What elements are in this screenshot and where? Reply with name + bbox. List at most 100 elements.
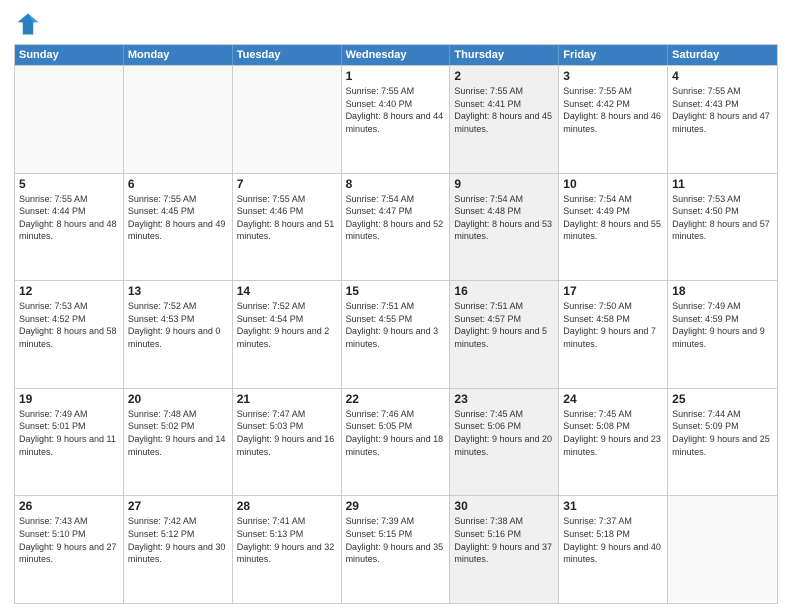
calendar: SundayMondayTuesdayWednesdayThursdayFrid… xyxy=(14,44,778,604)
day-info-12: Sunrise: 7:53 AM Sunset: 4:52 PM Dayligh… xyxy=(19,300,119,350)
day-number-23: 23 xyxy=(454,392,554,406)
day-info-25: Sunrise: 7:44 AM Sunset: 5:09 PM Dayligh… xyxy=(672,408,773,458)
day-number-24: 24 xyxy=(563,392,663,406)
day-24: 24 Sunrise: 7:45 AM Sunset: 5:08 PM Dayli… xyxy=(559,389,668,496)
calendar-row-0: 1 Sunrise: 7:55 AM Sunset: 4:40 PM Daylig… xyxy=(15,65,777,173)
empty-cell-0-2 xyxy=(233,66,342,173)
calendar-body: 1 Sunrise: 7:55 AM Sunset: 4:40 PM Daylig… xyxy=(15,65,777,603)
day-info-11: Sunrise: 7:53 AM Sunset: 4:50 PM Dayligh… xyxy=(672,193,773,243)
day-info-23: Sunrise: 7:45 AM Sunset: 5:06 PM Dayligh… xyxy=(454,408,554,458)
day-6: 6Sunrise: 7:55 AM Sunset: 4:45 PM Daylig… xyxy=(124,174,233,281)
empty-cell-4-6 xyxy=(668,496,777,603)
header-friday: Friday xyxy=(559,45,668,65)
day-number-11: 11 xyxy=(672,177,773,191)
header-thursday: Thursday xyxy=(450,45,559,65)
day-info-22: Sunrise: 7:46 AM Sunset: 5:05 PM Dayligh… xyxy=(346,408,446,458)
day-number-3: 3 xyxy=(563,69,663,83)
day-info-10: Sunrise: 7:54 AM Sunset: 4:49 PM Dayligh… xyxy=(563,193,663,243)
day-12: 12 Sunrise: 7:53 AM Sunset: 4:52 PM Dayli… xyxy=(15,281,124,388)
day-number-31: 31 xyxy=(563,499,663,513)
day-29: 29Sunrise: 7:39 AM Sunset: 5:15 PM Dayli… xyxy=(342,496,451,603)
day-number-6: 6 xyxy=(128,177,228,191)
header-wednesday: Wednesday xyxy=(342,45,451,65)
day-28: 28 Sunrise: 7:41 AM Sunset: 5:13 PM Dayli… xyxy=(233,496,342,603)
day-info-17: Sunrise: 7:50 AM Sunset: 4:58 PM Dayligh… xyxy=(563,300,663,350)
day-info-14: Sunrise: 7:52 AM Sunset: 4:54 PM Dayligh… xyxy=(237,300,337,350)
day-number-1: 1 xyxy=(346,69,446,83)
logo-icon xyxy=(14,10,42,38)
day-number-12: 12 xyxy=(19,284,119,298)
logo xyxy=(14,10,46,38)
header-monday: Monday xyxy=(124,45,233,65)
day-number-5: 5 xyxy=(19,177,119,191)
day-number-17: 17 xyxy=(563,284,663,298)
day-10: 10 Sunrise: 7:54 AM Sunset: 4:49 PM Dayli… xyxy=(559,174,668,281)
header xyxy=(14,10,778,38)
day-11: 11 Sunrise: 7:53 AM Sunset: 4:50 PM Dayli… xyxy=(668,174,777,281)
day-info-27: Sunrise: 7:42 AM Sunset: 5:12 PM Dayligh… xyxy=(128,515,228,565)
day-27: 27Sunrise: 7:42 AM Sunset: 5:12 PM Dayli… xyxy=(124,496,233,603)
day-number-4: 4 xyxy=(672,69,773,83)
day-number-19: 19 xyxy=(19,392,119,406)
day-info-28: Sunrise: 7:41 AM Sunset: 5:13 PM Dayligh… xyxy=(237,515,337,565)
day-number-25: 25 xyxy=(672,392,773,406)
day-info-30: Sunrise: 7:38 AM Sunset: 5:16 PM Dayligh… xyxy=(454,515,554,565)
day-number-13: 13 xyxy=(128,284,228,298)
day-info-31: Sunrise: 7:37 AM Sunset: 5:18 PM Dayligh… xyxy=(563,515,663,565)
day-info-21: Sunrise: 7:47 AM Sunset: 5:03 PM Dayligh… xyxy=(237,408,337,458)
day-number-8: 8 xyxy=(346,177,446,191)
day-18: 18Sunrise: 7:49 AM Sunset: 4:59 PM Dayli… xyxy=(668,281,777,388)
empty-cell-0-0 xyxy=(15,66,124,173)
day-info-24: Sunrise: 7:45 AM Sunset: 5:08 PM Dayligh… xyxy=(563,408,663,458)
day-14: 14 Sunrise: 7:52 AM Sunset: 4:54 PM Dayli… xyxy=(233,281,342,388)
day-13: 13 Sunrise: 7:52 AM Sunset: 4:53 PM Dayli… xyxy=(124,281,233,388)
calendar-row-1: 5 Sunrise: 7:55 AM Sunset: 4:44 PM Daylig… xyxy=(15,173,777,281)
empty-cell-0-1 xyxy=(124,66,233,173)
day-number-15: 15 xyxy=(346,284,446,298)
day-30: 30 Sunrise: 7:38 AM Sunset: 5:16 PM Dayli… xyxy=(450,496,559,603)
day-16: 16 Sunrise: 7:51 AM Sunset: 4:57 PM Dayli… xyxy=(450,281,559,388)
day-number-7: 7 xyxy=(237,177,337,191)
day-info-26: Sunrise: 7:43 AM Sunset: 5:10 PM Dayligh… xyxy=(19,515,119,565)
day-number-26: 26 xyxy=(19,499,119,513)
day-21: 21Sunrise: 7:47 AM Sunset: 5:03 PM Dayli… xyxy=(233,389,342,496)
day-8: 8 Sunrise: 7:54 AM Sunset: 4:47 PM Daylig… xyxy=(342,174,451,281)
day-number-30: 30 xyxy=(454,499,554,513)
day-info-3: Sunrise: 7:55 AM Sunset: 4:42 PM Dayligh… xyxy=(563,85,663,135)
day-number-14: 14 xyxy=(237,284,337,298)
day-1: 1 Sunrise: 7:55 AM Sunset: 4:40 PM Daylig… xyxy=(342,66,451,173)
day-23: 23 Sunrise: 7:45 AM Sunset: 5:06 PM Dayli… xyxy=(450,389,559,496)
day-26: 26 Sunrise: 7:43 AM Sunset: 5:10 PM Dayli… xyxy=(15,496,124,603)
day-4: 4 Sunrise: 7:55 AM Sunset: 4:43 PM Daylig… xyxy=(668,66,777,173)
day-info-8: Sunrise: 7:54 AM Sunset: 4:47 PM Dayligh… xyxy=(346,193,446,243)
day-19: 19 Sunrise: 7:49 AM Sunset: 5:01 PM Dayli… xyxy=(15,389,124,496)
calendar-row-3: 19 Sunrise: 7:49 AM Sunset: 5:01 PM Dayli… xyxy=(15,388,777,496)
day-info-16: Sunrise: 7:51 AM Sunset: 4:57 PM Dayligh… xyxy=(454,300,554,350)
day-info-15: Sunrise: 7:51 AM Sunset: 4:55 PM Dayligh… xyxy=(346,300,446,350)
day-number-16: 16 xyxy=(454,284,554,298)
day-17: 17 Sunrise: 7:50 AM Sunset: 4:58 PM Dayli… xyxy=(559,281,668,388)
day-3: 3 Sunrise: 7:55 AM Sunset: 4:42 PM Daylig… xyxy=(559,66,668,173)
day-info-13: Sunrise: 7:52 AM Sunset: 4:53 PM Dayligh… xyxy=(128,300,228,350)
day-number-28: 28 xyxy=(237,499,337,513)
day-info-1: Sunrise: 7:55 AM Sunset: 4:40 PM Dayligh… xyxy=(346,85,446,135)
day-number-10: 10 xyxy=(563,177,663,191)
page: SundayMondayTuesdayWednesdayThursdayFrid… xyxy=(0,0,792,612)
day-9: 9Sunrise: 7:54 AM Sunset: 4:48 PM Daylig… xyxy=(450,174,559,281)
header-tuesday: Tuesday xyxy=(233,45,342,65)
day-info-4: Sunrise: 7:55 AM Sunset: 4:43 PM Dayligh… xyxy=(672,85,773,135)
header-saturday: Saturday xyxy=(668,45,777,65)
header-sunday: Sunday xyxy=(15,45,124,65)
calendar-header: SundayMondayTuesdayWednesdayThursdayFrid… xyxy=(15,45,777,65)
day-number-20: 20 xyxy=(128,392,228,406)
day-info-7: Sunrise: 7:55 AM Sunset: 4:46 PM Dayligh… xyxy=(237,193,337,243)
day-5: 5 Sunrise: 7:55 AM Sunset: 4:44 PM Daylig… xyxy=(15,174,124,281)
day-info-19: Sunrise: 7:49 AM Sunset: 5:01 PM Dayligh… xyxy=(19,408,119,458)
day-info-5: Sunrise: 7:55 AM Sunset: 4:44 PM Dayligh… xyxy=(19,193,119,243)
calendar-row-4: 26 Sunrise: 7:43 AM Sunset: 5:10 PM Dayli… xyxy=(15,495,777,603)
day-20: 20Sunrise: 7:48 AM Sunset: 5:02 PM Dayli… xyxy=(124,389,233,496)
day-info-29: Sunrise: 7:39 AM Sunset: 5:15 PM Dayligh… xyxy=(346,515,446,565)
day-number-2: 2 xyxy=(454,69,554,83)
day-number-18: 18 xyxy=(672,284,773,298)
day-7: 7 Sunrise: 7:55 AM Sunset: 4:46 PM Daylig… xyxy=(233,174,342,281)
